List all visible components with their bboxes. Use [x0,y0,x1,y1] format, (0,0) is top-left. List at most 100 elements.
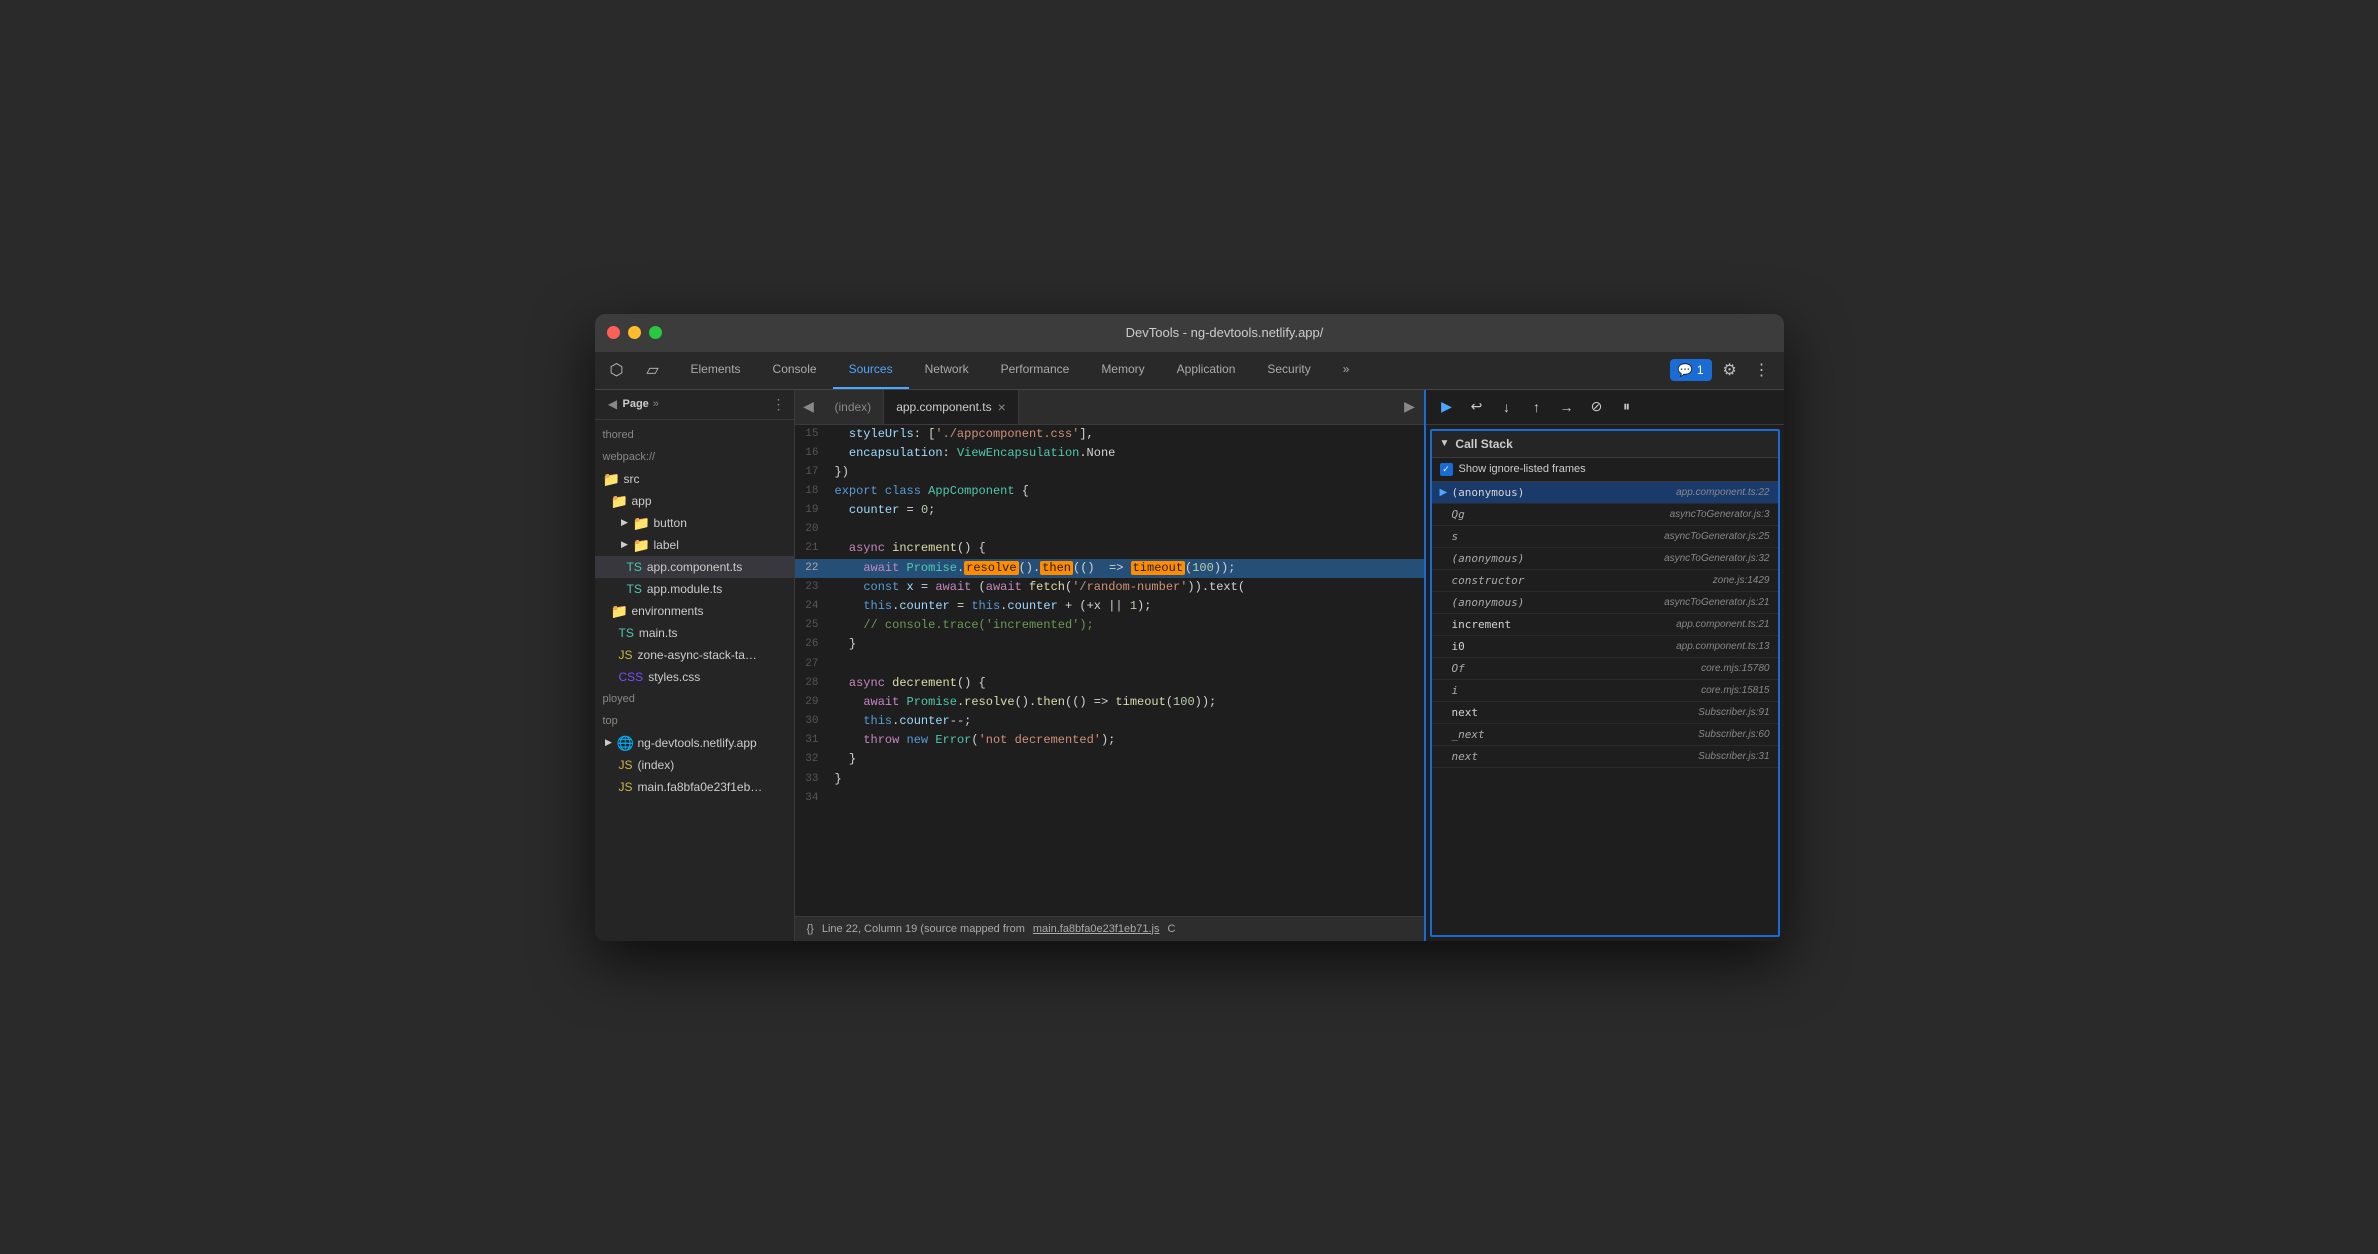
stack-frame[interactable]: (anonymous) asyncToGenerator.js:32 [1432,548,1778,570]
stack-frame[interactable]: s asyncToGenerator.js:25 [1432,526,1778,548]
folder-icon: 📁 [611,603,627,619]
stack-frame[interactable]: increment app.component.ts:21 [1432,614,1778,636]
list-item[interactable]: ▶ 🌐 ng-devtools.netlify.app [595,732,794,754]
frame-function-name: (anonymous) [1452,486,1677,499]
stack-frame[interactable]: Qg asyncToGenerator.js:3 [1432,504,1778,526]
list-item[interactable]: TS app.module.ts [595,578,794,600]
step-out-button[interactable]: ↑ [1524,394,1550,420]
settings-icon[interactable]: ⚙ [1716,356,1744,384]
more-tabs-button[interactable]: » [1327,352,1366,389]
list-item[interactable]: ▶ 📁 button [595,512,794,534]
sidebar-more-icon[interactable]: » [653,398,659,410]
frame-function-name: i0 [1452,640,1677,653]
tab-security[interactable]: Security [1251,352,1326,389]
stack-frame[interactable]: _next Subscriber.js:60 [1432,724,1778,746]
frame-function-name: s [1452,530,1665,543]
tab-memory[interactable]: Memory [1085,352,1160,389]
folder-purple-icon: 🌐 [617,735,633,751]
folder-icon: 📁 [603,471,619,487]
stack-frame[interactable]: i core.mjs:15815 [1432,680,1778,702]
stack-frame[interactable]: next Subscriber.js:91 [1432,702,1778,724]
editor-tabs: ◀ (index) app.component.ts × ▶ [795,390,1424,425]
tab-performance[interactable]: Performance [985,352,1086,389]
tab-elements[interactable]: Elements [675,352,757,389]
list-item[interactable]: CSS styles.css [595,666,794,688]
run-snippet-icon[interactable]: ▶ [1396,393,1424,421]
close-button[interactable] [607,326,620,339]
frame-location: app.component.ts:22 [1676,487,1769,498]
tab-console[interactable]: Console [757,352,833,389]
code-line-32: 32 } [795,750,1424,769]
sidebar-back-icon[interactable]: ◀ [603,394,623,414]
file-js-icon: JS [619,758,633,772]
tabbar-nav: ⬡ ▱ [603,352,667,389]
list-item[interactable]: 📁 src [595,468,794,490]
stack-frame[interactable]: Of core.mjs:15780 [1432,658,1778,680]
file-css-icon: CSS [619,670,644,684]
stack-frame[interactable]: next Subscriber.js:31 [1432,746,1778,768]
list-item[interactable]: top [595,710,794,732]
step-button[interactable]: → [1554,394,1580,420]
call-stack-header[interactable]: ▼ Call Stack [1432,431,1778,458]
debug-toolbar: ▶ ↩ ↓ ↑ → ⊘ ⏸ [1426,390,1784,425]
debugger-panel: ▶ ↩ ↓ ↑ → ⊘ ⏸ ▼ Call Stack ✓ Show ignore… [1424,390,1784,941]
more-options-icon[interactable]: ⋮ [1748,356,1776,384]
editor-back-icon[interactable]: ◀ [795,393,823,421]
call-stack-panel: ▼ Call Stack ✓ Show ignore-listed frames… [1430,429,1780,937]
tab-application[interactable]: Application [1161,352,1252,389]
source-map-link[interactable]: main.fa8bfa0e23f1eb71.js [1033,923,1160,935]
deactivate-breakpoints-icon[interactable]: ⊘ [1584,394,1610,420]
list-item[interactable]: 📁 app [595,490,794,512]
code-editor[interactable]: 15 styleUrls: ['./appcomponent.css'], 16… [795,425,1424,916]
expand-arrow-icon: ▶ [619,539,631,551]
frame-location: asyncToGenerator.js:25 [1664,531,1769,542]
resume-button[interactable]: ▶ [1434,394,1460,420]
console-badge-button[interactable]: 💬 1 [1670,359,1712,381]
code-line-17: 17 }) [795,463,1424,482]
list-item[interactable]: JS main.fa8bfa0e23f1eb… [595,776,794,798]
stack-frame[interactable]: (anonymous) asyncToGenerator.js:21 [1432,592,1778,614]
close-tab-icon[interactable]: × [998,400,1006,414]
step-over-button[interactable]: ↩ [1464,394,1490,420]
list-item[interactable]: TS app.component.ts [595,556,794,578]
code-line-29: 29 await Promise.resolve().then(() => ti… [795,693,1424,712]
step-into-button[interactable]: ↓ [1494,394,1520,420]
list-item[interactable]: JS (index) [595,754,794,776]
list-item[interactable]: thored [595,424,794,446]
stack-frame[interactable]: constructor zone.js:1429 [1432,570,1778,592]
frame-location: zone.js:1429 [1713,575,1770,586]
list-item[interactable]: JS zone-async-stack-ta… [595,644,794,666]
status-text: Line 22, Column 19 (source mapped from [822,923,1025,935]
ignore-frames-checkbox[interactable]: ✓ [1440,463,1453,476]
frame-function-name: constructor [1452,574,1713,587]
stack-frame[interactable]: ▶ (anonymous) app.component.ts:22 [1432,482,1778,504]
pause-on-exception-icon[interactable]: ⏸ [1614,394,1640,420]
file-js-icon: JS [619,648,633,662]
code-line-33: 33 } [795,770,1424,789]
maximize-button[interactable] [649,326,662,339]
sidebar-menu-icon[interactable]: ⋮ [772,396,786,413]
sidebar: ◀ Page » ⋮ thored webpack:// 📁 src 📁 [595,390,795,941]
minimize-button[interactable] [628,326,641,339]
cursor-icon[interactable]: ⬡ [603,356,631,384]
tab-app-component[interactable]: app.component.ts × [884,390,1019,425]
list-item[interactable]: TS main.ts [595,622,794,644]
ignore-frames-row[interactable]: ✓ Show ignore-listed frames [1432,458,1778,482]
console-count: 1 [1697,363,1704,377]
list-item[interactable]: ▶ 📁 label [595,534,794,556]
folder-icon: 📁 [633,515,649,531]
folder-icon: 📁 [611,493,627,509]
frame-location: Subscriber.js:60 [1698,729,1769,740]
list-item[interactable]: 📁 environments [595,600,794,622]
list-item[interactable]: ployed [595,688,794,710]
list-item[interactable]: webpack:// [595,446,794,468]
tabbar-actions: 💬 1 ⚙ ⋮ [1670,352,1776,389]
device-icon[interactable]: ▱ [639,356,667,384]
stack-frame[interactable]: i0 app.component.ts:13 [1432,636,1778,658]
tab-index[interactable]: (index) [823,390,885,425]
code-line-31: 31 throw new Error('not decremented'); [795,731,1424,750]
tab-sources[interactable]: Sources [833,352,909,389]
frame-function-name: (anonymous) [1452,552,1665,565]
window-title: DevTools - ng-devtools.netlify.app/ [678,325,1772,340]
tab-network[interactable]: Network [909,352,985,389]
